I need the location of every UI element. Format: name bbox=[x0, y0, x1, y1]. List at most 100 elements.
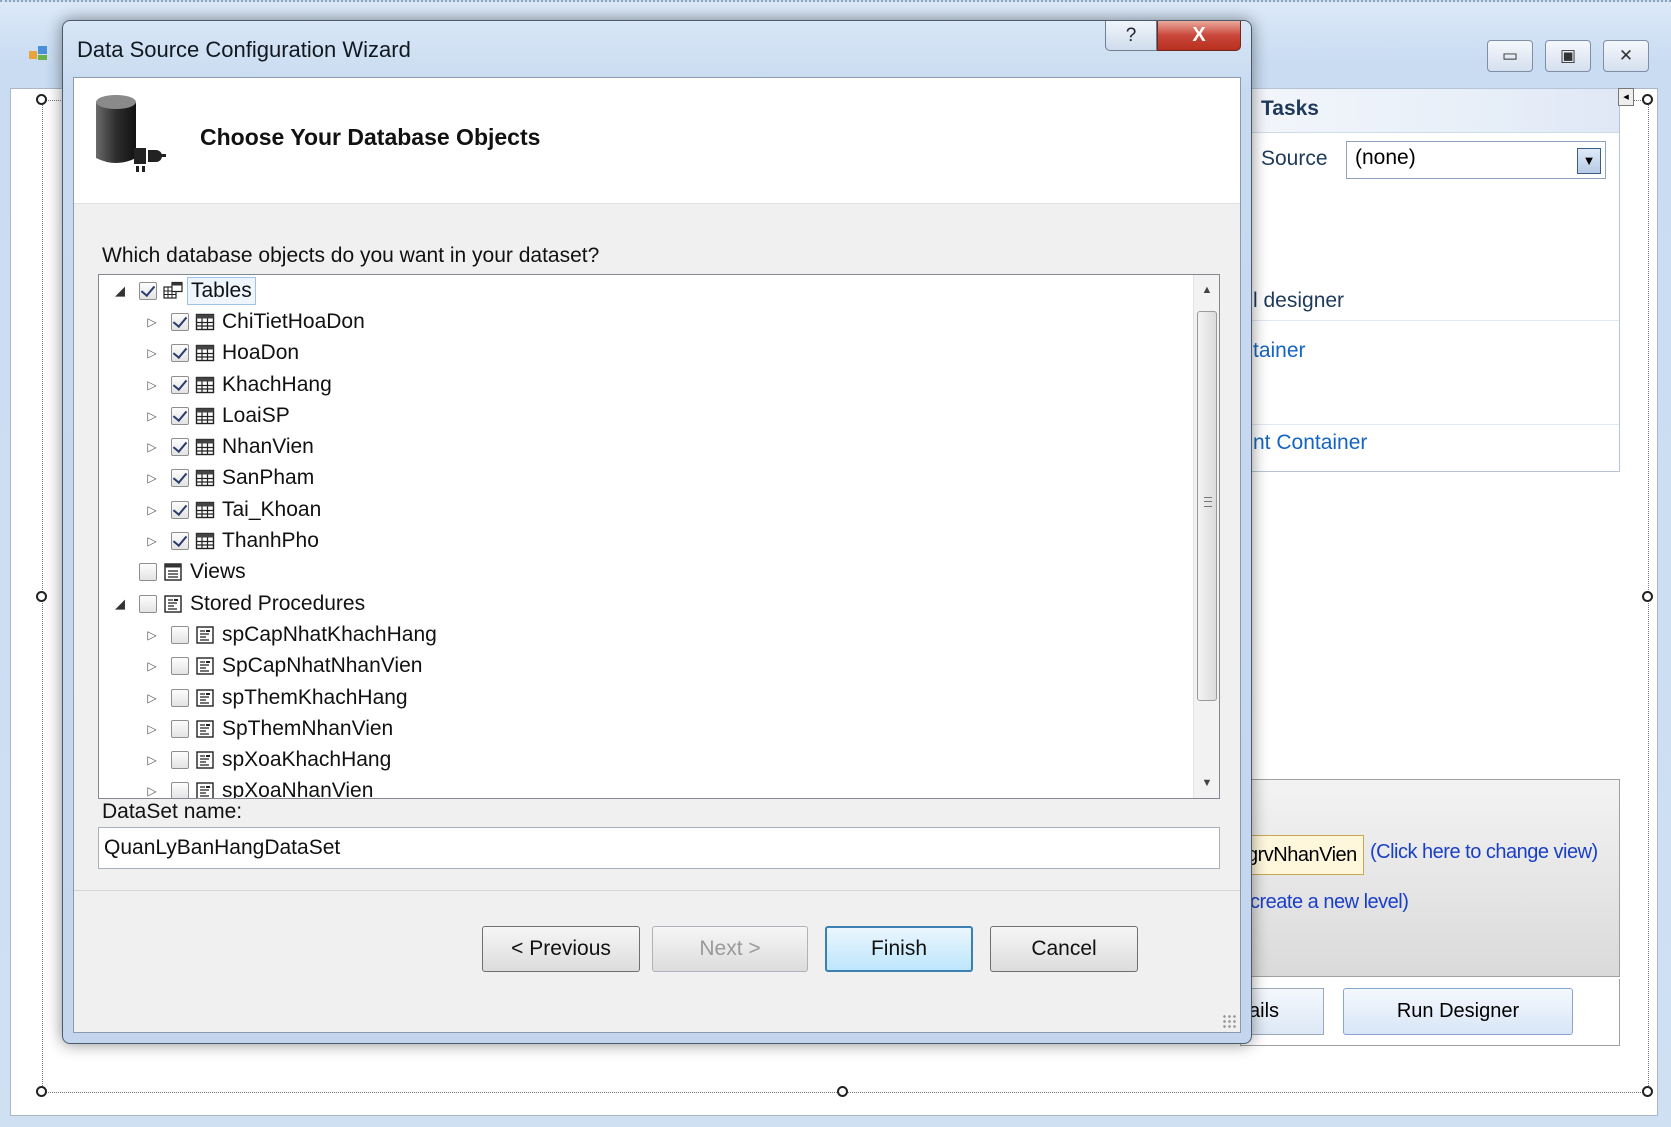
view-icon bbox=[163, 562, 183, 582]
node-checkbox[interactable] bbox=[171, 782, 189, 798]
node-checkbox[interactable] bbox=[171, 312, 189, 331]
resize-handle[interactable] bbox=[837, 1086, 848, 1097]
cancel-button[interactable]: Cancel bbox=[990, 926, 1138, 972]
data-source-combo[interactable]: (none) ▼ bbox=[1346, 141, 1606, 179]
node-checkbox[interactable] bbox=[171, 688, 189, 707]
expand-arrow-icon[interactable]: ▷ bbox=[145, 409, 159, 423]
node-label: spXoaNhanVien bbox=[222, 779, 374, 799]
resize-handle[interactable] bbox=[1642, 1086, 1653, 1097]
size-grip-icon[interactable] bbox=[1222, 1014, 1236, 1028]
tree-node[interactable]: ▷ spXoaNhanVien bbox=[99, 776, 1193, 799]
help-button[interactable]: ? bbox=[1105, 21, 1157, 51]
tree-node[interactable]: ◢ Tables bbox=[99, 275, 1193, 306]
grid-view-node[interactable]: grvNhanVien bbox=[1240, 835, 1364, 875]
tree-node[interactable]: ▷ ThanhPho bbox=[99, 525, 1193, 556]
finish-button[interactable]: Finish bbox=[825, 926, 973, 972]
expand-arrow-icon[interactable]: ▷ bbox=[145, 315, 159, 329]
dropdown-arrow-icon[interactable]: ▼ bbox=[1577, 148, 1601, 174]
scroll-thumb[interactable] bbox=[1197, 311, 1217, 701]
expand-arrow-icon[interactable]: ▷ bbox=[145, 346, 159, 360]
database-objects-tree[interactable]: ◢ Tables ▷ ChiTietHoaDon ▷ HoaDon ▷ KhachHang ▷ L… bbox=[98, 274, 1220, 799]
node-label: Views bbox=[190, 560, 246, 584]
panel-arrow-icon[interactable]: ◂ bbox=[1618, 88, 1634, 106]
node-checkbox[interactable] bbox=[139, 563, 157, 582]
node-checkbox[interactable] bbox=[171, 500, 189, 519]
tree-node[interactable]: ▷ SpCapNhatNhanVien bbox=[99, 651, 1193, 682]
expand-arrow-open-icon[interactable]: ◢ bbox=[113, 283, 127, 298]
data-source-value: (none) bbox=[1355, 146, 1416, 169]
objects-question: Which database objects do you want in yo… bbox=[102, 244, 600, 267]
expand-arrow-icon[interactable]: ▷ bbox=[145, 659, 159, 673]
tree-node[interactable]: ▷ LoaiSP bbox=[99, 400, 1193, 431]
expand-arrow-icon[interactable]: ▷ bbox=[145, 378, 159, 392]
wizard-header: Choose Your Database Objects bbox=[74, 78, 1240, 204]
node-checkbox[interactable] bbox=[171, 344, 189, 363]
app-icon bbox=[29, 46, 47, 60]
dataset-name-input[interactable] bbox=[98, 827, 1220, 869]
tree-node[interactable]: ▷ NhanVien bbox=[99, 431, 1193, 462]
resize-handle[interactable] bbox=[1642, 591, 1653, 602]
node-checkbox[interactable] bbox=[171, 438, 189, 457]
expand-arrow-icon[interactable]: ▷ bbox=[145, 628, 159, 642]
tree-node[interactable]: ▷ SpThemNhanVien bbox=[99, 713, 1193, 744]
node-label: ChiTietHoaDon bbox=[222, 309, 365, 333]
node-checkbox[interactable] bbox=[171, 625, 189, 644]
expand-arrow-icon[interactable]: ▷ bbox=[145, 503, 159, 517]
tree-node[interactable]: ▷ spCapNhatKhachHang bbox=[99, 619, 1193, 650]
expand-arrow-icon[interactable]: ▷ bbox=[145, 534, 159, 548]
node-checkbox[interactable] bbox=[171, 719, 189, 738]
new-level-link[interactable]: create a new level) bbox=[1250, 891, 1409, 914]
change-view-link[interactable]: (Click here to change view) bbox=[1370, 841, 1598, 864]
table-icon bbox=[195, 500, 215, 520]
tree-node[interactable]: ◢ Stored Procedures bbox=[99, 588, 1193, 619]
run-designer-button[interactable]: Run Designer bbox=[1343, 988, 1573, 1035]
tree-node[interactable]: ▷ ChiTietHoaDon bbox=[99, 306, 1193, 337]
previous-button[interactable]: < Previous bbox=[482, 926, 640, 972]
expand-arrow-icon[interactable]: ▷ bbox=[145, 753, 159, 767]
tasks-row bbox=[1221, 381, 1619, 425]
node-checkbox[interactable] bbox=[171, 469, 189, 488]
resize-handle[interactable] bbox=[1642, 94, 1653, 105]
node-checkbox[interactable] bbox=[139, 594, 157, 613]
resize-handle[interactable] bbox=[36, 94, 47, 105]
dialog-title: Data Source Configuration Wizard bbox=[77, 37, 411, 62]
node-checkbox[interactable] bbox=[171, 657, 189, 676]
window-close-button[interactable]: ✕ bbox=[1603, 40, 1649, 72]
close-button[interactable]: X bbox=[1157, 21, 1241, 51]
designer-text: l designer bbox=[1253, 289, 1345, 312]
tree-node[interactable]: Views bbox=[99, 557, 1193, 588]
scroll-up-icon[interactable]: ▲ bbox=[1194, 275, 1219, 305]
restore-button[interactable]: ▣ bbox=[1545, 40, 1591, 72]
database-icon bbox=[96, 95, 166, 172]
expand-arrow-icon[interactable]: ▷ bbox=[145, 784, 159, 798]
table-icon bbox=[195, 531, 215, 551]
container-link[interactable]: tainer bbox=[1253, 339, 1306, 363]
node-checkbox[interactable] bbox=[171, 406, 189, 425]
expand-arrow-icon[interactable]: ▷ bbox=[145, 691, 159, 705]
container-link-2[interactable]: nt Container bbox=[1253, 431, 1367, 455]
node-checkbox[interactable] bbox=[171, 532, 189, 551]
expand-arrow-open-icon[interactable]: ◢ bbox=[113, 596, 127, 611]
stored-procedure-icon bbox=[195, 750, 215, 770]
expand-arrow-icon[interactable]: ▷ bbox=[145, 722, 159, 736]
node-label: SanPham bbox=[222, 466, 315, 490]
resize-handle[interactable] bbox=[36, 1086, 47, 1097]
tree-node[interactable]: ▷ spXoaKhachHang bbox=[99, 744, 1193, 775]
tree-node[interactable]: ▷ HoaDon bbox=[99, 338, 1193, 369]
resize-handle[interactable] bbox=[36, 591, 47, 602]
tree-node[interactable]: ▷ Tai_Khoan bbox=[99, 494, 1193, 525]
minimize-button[interactable]: ▭ bbox=[1487, 40, 1533, 72]
footer-separator bbox=[74, 890, 1240, 891]
next-button[interactable]: Next > bbox=[652, 926, 808, 972]
node-label: SpThemNhanVien bbox=[222, 716, 394, 740]
tree-node[interactable]: ▷ SanPham bbox=[99, 463, 1193, 494]
tree-node[interactable]: ▷ spThemKhachHang bbox=[99, 682, 1193, 713]
expand-arrow-icon[interactable]: ▷ bbox=[145, 471, 159, 485]
node-checkbox[interactable] bbox=[139, 281, 157, 300]
node-checkbox[interactable] bbox=[171, 375, 189, 394]
scroll-down-icon[interactable]: ▼ bbox=[1194, 768, 1219, 798]
expand-arrow-icon[interactable]: ▷ bbox=[145, 440, 159, 454]
node-checkbox[interactable] bbox=[171, 751, 189, 770]
tree-node[interactable]: ▷ KhachHang bbox=[99, 369, 1193, 400]
vertical-scrollbar[interactable]: ▲ ▼ bbox=[1193, 275, 1219, 798]
